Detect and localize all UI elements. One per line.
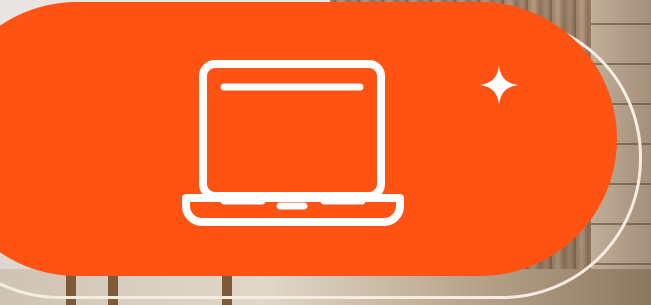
sparkle-icon xyxy=(480,66,518,104)
laptop-icon xyxy=(182,60,404,226)
banner xyxy=(0,0,651,305)
